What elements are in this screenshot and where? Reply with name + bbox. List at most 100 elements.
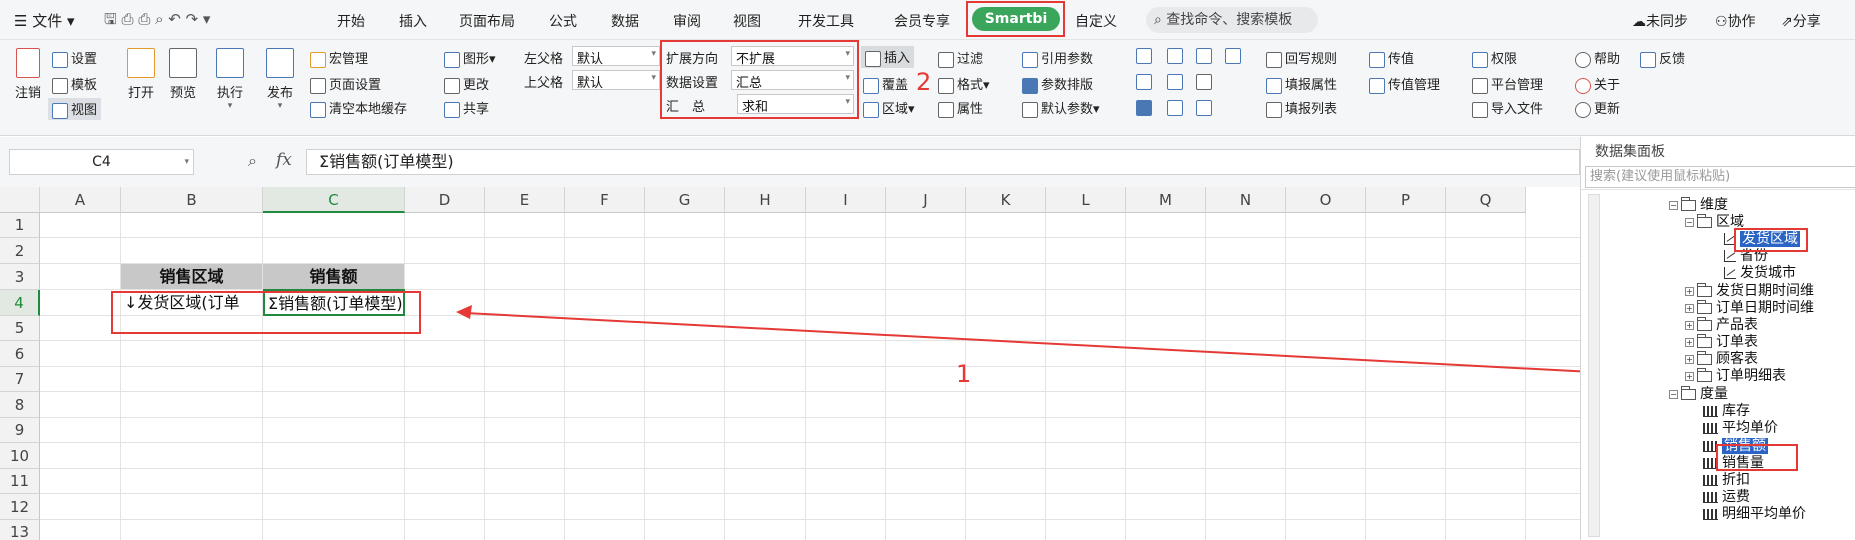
tab-insert[interactable]: 插入 bbox=[399, 11, 427, 31]
row-header-13[interactable]: 13 bbox=[0, 520, 40, 540]
tab-data[interactable]: 数据 bbox=[611, 11, 639, 31]
clear-cache-button[interactable]: 清空本地缓存 bbox=[310, 98, 407, 118]
import-file-button[interactable]: 导入文件 bbox=[1472, 98, 1543, 118]
view-button[interactable]: 视图 bbox=[48, 98, 102, 120]
column-header-l[interactable]: L bbox=[1046, 187, 1126, 213]
logout-button[interactable]: 注销 bbox=[10, 48, 46, 101]
settings-button[interactable]: 设置 bbox=[52, 48, 97, 68]
tab-page-layout[interactable]: 页面布局 bbox=[459, 11, 515, 31]
command-search[interactable]: ⌕ 查找命令、搜索模板 bbox=[1146, 7, 1318, 33]
platform-mgr-button[interactable]: 平台管理 bbox=[1472, 74, 1543, 94]
row-header-12[interactable]: 12 bbox=[0, 494, 40, 520]
column-header-a[interactable]: A bbox=[40, 187, 121, 213]
row-header-5[interactable]: 5 bbox=[0, 316, 40, 341]
tab-home[interactable]: 开始 bbox=[337, 11, 365, 31]
tree-widget-icon[interactable] bbox=[1167, 74, 1183, 90]
panel-widget-icon[interactable] bbox=[1225, 48, 1241, 64]
help-button[interactable]: 帮助 bbox=[1575, 48, 1620, 68]
listbox-icon[interactable] bbox=[1196, 48, 1212, 64]
column-header-k[interactable]: K bbox=[966, 187, 1046, 213]
tab-member[interactable]: 会员专享 bbox=[894, 11, 950, 31]
fill-prop-button[interactable]: 填报属性 bbox=[1266, 74, 1337, 94]
cell-b4[interactable]: ↓发货区域(订单 bbox=[124, 290, 262, 316]
palette-icon[interactable] bbox=[1136, 48, 1152, 64]
tree-node-avg-price[interactable]: 平均单价 bbox=[1703, 417, 1778, 437]
region-button[interactable]: 区域▾ bbox=[863, 98, 915, 118]
image-widget-icon[interactable] bbox=[1196, 74, 1212, 90]
spreadsheet-grid[interactable]: ABCDEFGHIJKLMNOPQ 1 2 3 4 5 6 7 8 9 10 11 12 13 销售区域… bbox=[0, 187, 1580, 540]
row-header-7[interactable]: 7 bbox=[0, 367, 40, 392]
data-setting-select[interactable]: 汇总 bbox=[731, 70, 854, 91]
row-header-8[interactable]: 8 bbox=[0, 392, 40, 418]
text-widget-icon[interactable] bbox=[1196, 100, 1212, 116]
row-header-3[interactable]: 3 bbox=[0, 264, 40, 290]
about-button[interactable]: 关于 bbox=[1575, 74, 1620, 94]
edit-widget-icon[interactable] bbox=[1167, 100, 1183, 116]
dataset-tree[interactable]: − 维度 − 区域 发货区域 省份 发货城市 + 发货日期时间维 + 订单日期时间维 +… bbox=[1581, 189, 1855, 540]
quick-access-toolbar[interactable]: 🖫 ⎙ ⎙ ⌕ ↶ ↷ ▾ bbox=[104, 9, 210, 34]
formula-input[interactable]: Σ销售额(订单模型) bbox=[306, 149, 1580, 175]
format-button[interactable]: 格式▾ bbox=[938, 74, 990, 94]
column-header-h[interactable]: H bbox=[725, 187, 806, 213]
param-layout-button[interactable]: 参数排版 bbox=[1022, 74, 1093, 94]
open-button[interactable]: 打开 bbox=[123, 48, 159, 101]
tab-review[interactable]: 审阅 bbox=[673, 11, 701, 31]
tab-view[interactable]: 视图 bbox=[733, 11, 761, 31]
feedback-button[interactable]: 反馈 bbox=[1640, 48, 1685, 68]
change-button[interactable]: 更改 bbox=[444, 74, 489, 94]
select-all-corner[interactable] bbox=[0, 187, 40, 213]
default-param-button[interactable]: 默认参数▾ bbox=[1022, 98, 1100, 118]
column-header-d[interactable]: D bbox=[405, 187, 485, 213]
summary-select[interactable]: 求和 bbox=[737, 94, 854, 115]
insert-button[interactable]: 插入 bbox=[861, 46, 915, 68]
template-button[interactable]: 模板 bbox=[52, 74, 97, 94]
property-button[interactable]: 属性 bbox=[938, 98, 983, 118]
transfer-button[interactable]: 传值 bbox=[1369, 48, 1414, 68]
tree-scrollbar[interactable] bbox=[1588, 194, 1600, 537]
tree-node-ship-city[interactable]: 发货城市 bbox=[1724, 262, 1796, 282]
row-header-11[interactable]: 11 bbox=[0, 469, 40, 494]
panel-search-input[interactable]: 搜索(建议使用鼠标粘贴) bbox=[1585, 166, 1855, 188]
zoom-icon[interactable]: ⌕ bbox=[248, 151, 257, 171]
collab-button[interactable]: ⚇协作 bbox=[1715, 11, 1756, 31]
permission-button[interactable]: 权限 bbox=[1472, 48, 1517, 68]
row-header-10[interactable]: 10 bbox=[0, 443, 40, 469]
page-setup-button[interactable]: 页面设置 bbox=[310, 74, 381, 94]
filter-button[interactable]: 过滤 bbox=[938, 48, 983, 68]
fx-icon[interactable]: fx bbox=[276, 150, 292, 170]
sync-button[interactable]: ☁未同步 bbox=[1632, 11, 1688, 31]
preview-button[interactable]: 预览 bbox=[165, 48, 201, 101]
cell-b3[interactable]: 销售区域 bbox=[121, 264, 262, 289]
row-header-1[interactable]: 1 bbox=[0, 213, 40, 238]
column-header-i[interactable]: I bbox=[806, 187, 886, 213]
column-header-f[interactable]: F bbox=[565, 187, 645, 213]
tab-smartbi[interactable]: Smartbi bbox=[972, 7, 1060, 31]
checkbox-widget-icon[interactable] bbox=[1136, 100, 1152, 116]
row-header-2[interactable]: 2 bbox=[0, 238, 40, 264]
table-widget-icon[interactable] bbox=[1136, 74, 1152, 90]
share-button[interactable]: 共享 bbox=[444, 98, 489, 118]
name-box[interactable]: C4 ▾ bbox=[9, 149, 194, 175]
column-header-o[interactable]: O bbox=[1286, 187, 1366, 213]
update-button[interactable]: 更新 bbox=[1575, 98, 1620, 118]
row-header-9[interactable]: 9 bbox=[0, 418, 40, 443]
tab-formula[interactable]: 公式 bbox=[549, 11, 577, 31]
column-header-p[interactable]: P bbox=[1366, 187, 1446, 213]
writeback-button[interactable]: 回写规则 bbox=[1266, 48, 1337, 68]
column-header-b[interactable]: B bbox=[121, 187, 263, 213]
tab-developer[interactable]: 开发工具 bbox=[798, 11, 854, 31]
execute-button[interactable]: 执行 ▾ bbox=[212, 48, 248, 111]
left-parent-select[interactable]: 默认 bbox=[572, 46, 660, 67]
top-parent-select[interactable]: 默认 bbox=[572, 70, 660, 91]
column-header-n[interactable]: N bbox=[1206, 187, 1286, 213]
cell-c4-selected[interactable]: Σ销售额(订单模型) bbox=[263, 289, 405, 316]
transfer-mgr-button[interactable]: 传值管理 bbox=[1369, 74, 1440, 94]
column-header-c[interactable]: C bbox=[263, 187, 405, 213]
macro-button[interactable]: 宏管理 bbox=[310, 48, 368, 68]
column-header-e[interactable]: E bbox=[485, 187, 565, 213]
column-header-g[interactable]: G bbox=[645, 187, 725, 213]
overwrite-button[interactable]: 覆盖 bbox=[863, 74, 908, 94]
dropdown-widget-icon[interactable] bbox=[1167, 48, 1183, 64]
column-header-m[interactable]: M bbox=[1126, 187, 1206, 213]
file-menu[interactable]: ☰ 文件 ▾ bbox=[14, 10, 75, 31]
